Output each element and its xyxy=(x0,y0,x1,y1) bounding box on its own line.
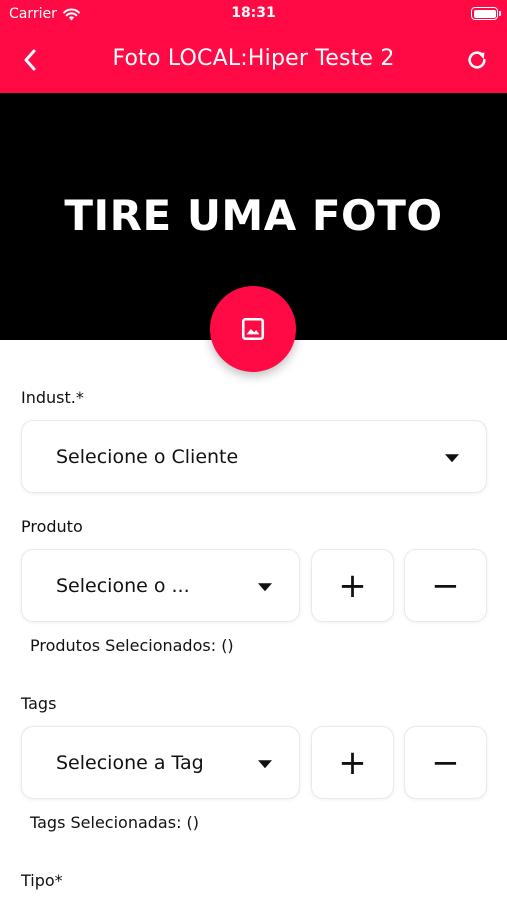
status-bar: Carrier 18:31 xyxy=(0,0,507,28)
produto-label: Produto xyxy=(21,517,83,536)
caret-down-icon xyxy=(258,759,272,768)
refresh-button[interactable] xyxy=(461,44,493,76)
caret-down-icon xyxy=(258,582,272,591)
tipo-label: Tipo* xyxy=(21,871,63,890)
tags-select-value: Selecione a Tag xyxy=(56,751,204,774)
industria-select-value: Selecione o Cliente xyxy=(56,445,239,468)
industria-select[interactable]: Selecione o Cliente xyxy=(21,420,487,493)
app-header: Carrier 18:31 Foto LOCAL:Hiper Teste 2 xyxy=(0,0,507,93)
take-photo-button[interactable] xyxy=(210,286,296,372)
chevron-left-icon xyxy=(24,49,36,71)
produto-select[interactable]: Selecione o ... xyxy=(21,549,300,622)
produtos-selecionados-text: Produtos Selecionados: () xyxy=(30,636,234,655)
industria-label: Indust.* xyxy=(21,388,84,407)
refresh-icon xyxy=(468,51,486,69)
tags-selecionadas-text: Tags Selecionadas: () xyxy=(30,813,200,832)
tags-select[interactable]: Selecione a Tag xyxy=(21,726,300,799)
remove-produto-button[interactable]: − xyxy=(404,549,487,622)
back-button[interactable] xyxy=(14,44,46,76)
nav-bar: Foto LOCAL:Hiper Teste 2 xyxy=(0,34,507,86)
tags-label: Tags xyxy=(21,694,57,713)
photo-placeholder-text: TIRE UMA FOTO xyxy=(64,191,443,240)
status-time: 18:31 xyxy=(231,5,276,21)
produto-select-value: Selecione o ... xyxy=(56,574,190,597)
page-title: Foto LOCAL:Hiper Teste 2 xyxy=(112,46,395,71)
add-tag-button[interactable]: + xyxy=(311,726,394,799)
caret-down-icon xyxy=(445,453,459,462)
image-icon xyxy=(241,317,265,341)
remove-tag-button[interactable]: − xyxy=(404,726,487,799)
battery-icon xyxy=(471,7,501,20)
add-produto-button[interactable]: + xyxy=(311,549,394,622)
